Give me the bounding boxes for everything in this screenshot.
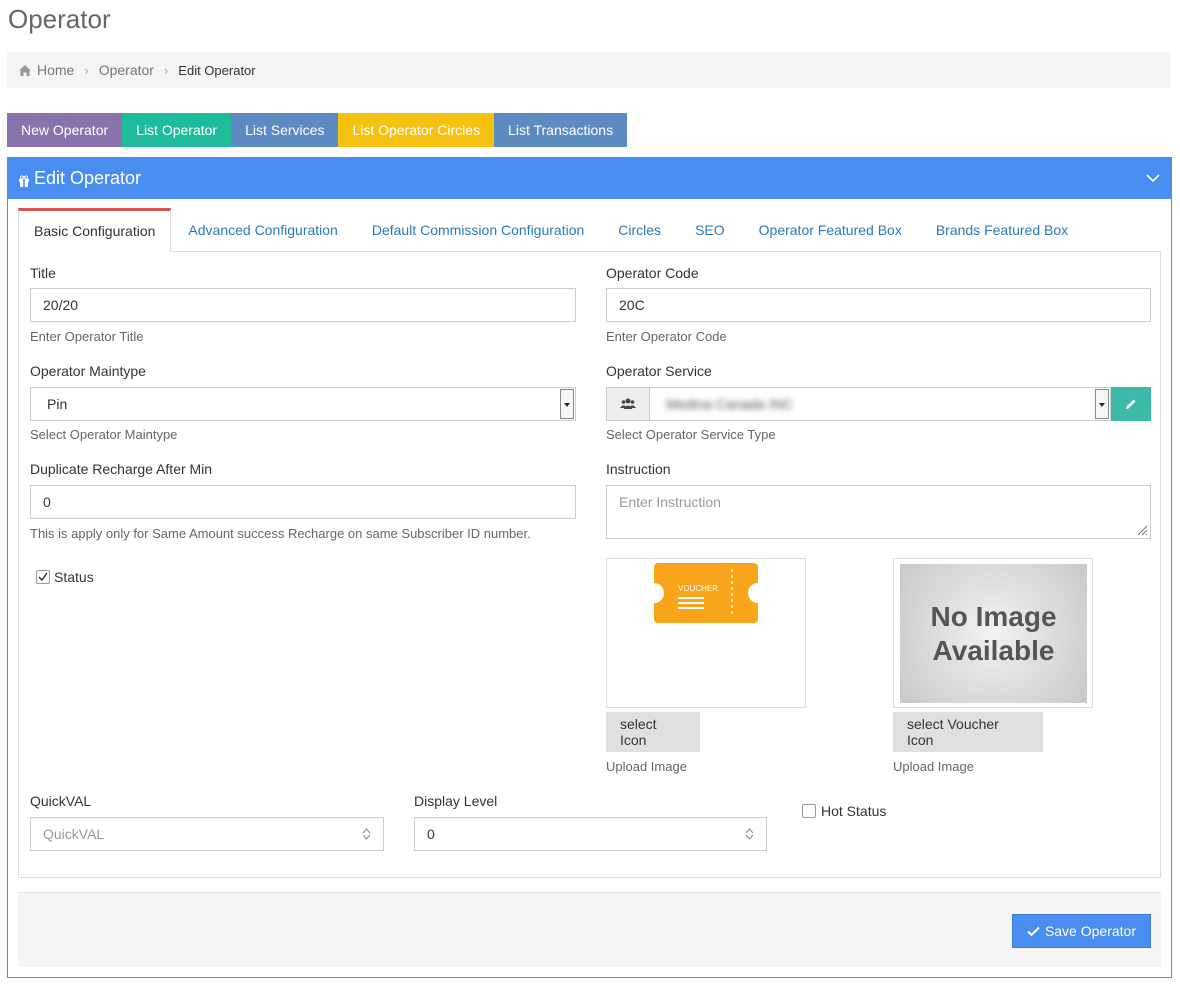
spinner-icon[interactable] bbox=[362, 827, 371, 841]
tab-circles[interactable]: Circles bbox=[601, 208, 678, 251]
checkmark-icon bbox=[1027, 926, 1040, 936]
edit-service-button[interactable] bbox=[1111, 387, 1151, 421]
operator-code-label: Operator Code bbox=[606, 265, 699, 281]
no-image-placeholder: No Image Available bbox=[900, 564, 1087, 703]
resize-handle-icon[interactable] bbox=[1136, 524, 1148, 536]
voucher-upload-help: Upload Image bbox=[893, 759, 974, 774]
display-level-input[interactable]: 0 bbox=[414, 817, 767, 851]
list-operator-circles-button[interactable]: List Operator Circles bbox=[338, 113, 495, 147]
panel-title: Edit Operator bbox=[34, 168, 142, 188]
title-label: Title bbox=[30, 265, 56, 281]
status-label: Status bbox=[54, 569, 94, 585]
maintype-value: Pin bbox=[47, 396, 68, 412]
service-value: Medina Canada INC bbox=[666, 396, 793, 412]
panel-header: Edit Operator bbox=[8, 158, 1171, 199]
no-image-line1: No Image bbox=[930, 600, 1057, 632]
voucher-text: VOUCHER bbox=[678, 584, 718, 593]
dropdown-arrow-icon[interactable] bbox=[1095, 389, 1109, 419]
service-select[interactable]: Medina Canada INC bbox=[649, 387, 1111, 421]
duplicate-label: Duplicate Recharge After Min bbox=[30, 461, 213, 477]
breadcrumb-current: Edit Operator bbox=[178, 62, 256, 78]
pencil-icon bbox=[1126, 399, 1136, 409]
dropdown-arrow-icon[interactable] bbox=[560, 389, 574, 419]
quickval-label: QuickVAL bbox=[30, 793, 92, 809]
operator-code-help: Enter Operator Code bbox=[606, 329, 727, 344]
list-services-button[interactable]: List Services bbox=[231, 113, 339, 147]
breadcrumb-operator-link[interactable]: Operator bbox=[99, 62, 154, 78]
quickval-placeholder: QuickVAL bbox=[43, 826, 105, 842]
breadcrumb-separator: › bbox=[163, 62, 169, 78]
users-icon bbox=[606, 387, 650, 421]
select-voucher-icon-button[interactable]: select Voucher Icon bbox=[893, 712, 1043, 752]
breadcrumb: Home › Operator › Edit Operator bbox=[7, 52, 1171, 88]
duplicate-help: This is apply only for Same Amount succe… bbox=[30, 526, 531, 541]
tab-operator-featured-box[interactable]: Operator Featured Box bbox=[742, 208, 919, 251]
voucher-image: VOUCHER bbox=[654, 563, 758, 623]
tab-advanced-configuration[interactable]: Advanced Configuration bbox=[171, 208, 354, 251]
breadcrumb-separator: › bbox=[84, 62, 89, 78]
spinner-icon[interactable] bbox=[745, 827, 754, 841]
basic-configuration-pane: Title 20/20 Enter Operator Title Operato… bbox=[18, 251, 1161, 878]
maintype-help: Select Operator Maintype bbox=[30, 427, 178, 442]
icon-upload-help: Upload Image bbox=[606, 759, 687, 774]
service-label: Operator Service bbox=[606, 363, 712, 379]
tab-default-commission-configuration[interactable]: Default Commission Configuration bbox=[355, 208, 601, 251]
select-icon-button[interactable]: select Icon bbox=[606, 712, 700, 752]
new-operator-button[interactable]: New Operator bbox=[7, 113, 123, 147]
page-title: Operator bbox=[8, 4, 111, 34]
icon-preview: VOUCHER bbox=[606, 558, 806, 708]
list-transactions-button[interactable]: List Transactions bbox=[494, 113, 628, 147]
tab-brands-featured-box[interactable]: Brands Featured Box bbox=[919, 208, 1085, 251]
hot-status-label: Hot Status bbox=[821, 803, 887, 819]
gift-icon bbox=[19, 175, 29, 187]
no-image-line2: Available bbox=[932, 634, 1055, 666]
checkmark-icon bbox=[38, 572, 48, 582]
list-operator-button[interactable]: List Operator bbox=[122, 113, 232, 147]
display-level-label: Display Level bbox=[414, 793, 498, 809]
form-footer: Save Operator bbox=[18, 892, 1161, 967]
operator-code-input[interactable]: 20C bbox=[606, 288, 1151, 322]
save-operator-button[interactable]: Save Operator bbox=[1011, 914, 1151, 948]
nav-button-bar: New Operator List Operator List Services… bbox=[7, 113, 628, 147]
maintype-label: Operator Maintype bbox=[30, 363, 146, 379]
chevron-down-icon[interactable] bbox=[1145, 170, 1161, 186]
breadcrumb-home-link[interactable]: Home bbox=[37, 62, 74, 78]
quickval-input[interactable]: QuickVAL bbox=[30, 817, 384, 851]
service-help: Select Operator Service Type bbox=[606, 427, 776, 442]
hot-status-checkbox[interactable] bbox=[802, 804, 816, 818]
instruction-textarea[interactable]: Enter Instruction bbox=[606, 485, 1151, 539]
tab-seo[interactable]: SEO bbox=[678, 208, 742, 251]
edit-operator-panel: Edit Operator Basic Configuration Advanc… bbox=[7, 157, 1172, 978]
save-operator-label: Save Operator bbox=[1044, 923, 1136, 939]
display-level-value: 0 bbox=[427, 826, 435, 842]
duplicate-input[interactable]: 0 bbox=[30, 485, 576, 519]
title-help: Enter Operator Title bbox=[30, 329, 144, 344]
voucher-icon-preview: No Image Available bbox=[893, 558, 1093, 708]
instruction-label: Instruction bbox=[606, 461, 671, 477]
tab-bar: Basic Configuration Advanced Configurati… bbox=[18, 208, 1161, 253]
home-icon bbox=[19, 64, 31, 76]
title-input[interactable]: 20/20 bbox=[30, 288, 576, 322]
maintype-select[interactable]: Pin bbox=[30, 387, 576, 421]
tab-basic-configuration[interactable]: Basic Configuration bbox=[18, 208, 172, 253]
status-checkbox[interactable] bbox=[36, 570, 50, 584]
